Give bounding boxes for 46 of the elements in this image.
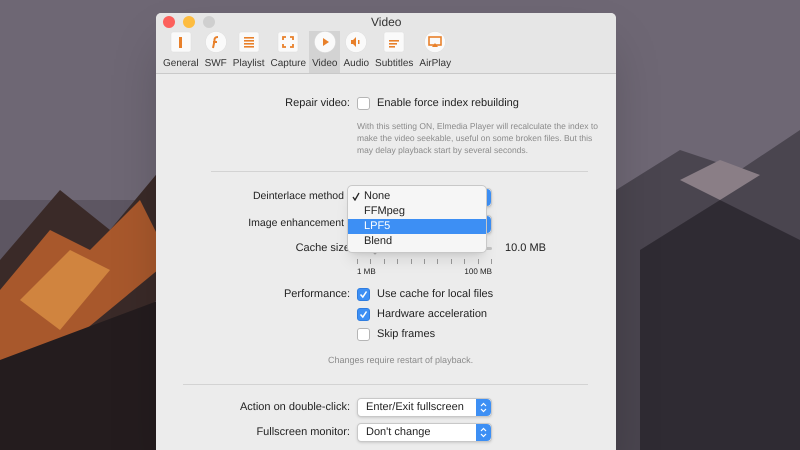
general-icon (170, 31, 192, 53)
checkmark-icon (352, 192, 360, 201)
toolbar-tab[interactable]: Subtitles (372, 30, 416, 73)
toolbar-tab[interactable]: AirPlay (416, 30, 454, 73)
help-text: Changes require restart of playback. (328, 354, 474, 367)
checkbox[interactable] (357, 288, 370, 300)
dropdown[interactable]: Don't change (357, 423, 492, 442)
minimize-button[interactable] (183, 16, 195, 28)
toolbar-tab[interactable]: Audio (340, 30, 372, 73)
toolbar-tab[interactable]: SWF (202, 30, 230, 73)
checkbox-label: Enable force index rebuilding (377, 96, 519, 111)
dropdown[interactable]: Enter/Exit fullscreen (357, 398, 492, 417)
checkbox-label: Use cache for local files (377, 286, 494, 302)
video-icon (314, 31, 336, 53)
checkbox-label: Skip frames (377, 326, 436, 342)
airplay-icon (424, 31, 446, 53)
checkbox[interactable] (357, 96, 370, 110)
close-button[interactable] (163, 16, 175, 28)
field-label: Repair video: (285, 96, 350, 111)
checkbox[interactable] (357, 308, 370, 320)
toolbar-tab[interactable]: Capture (267, 30, 310, 73)
stepper-icon (476, 424, 491, 441)
menu-item[interactable]: None (348, 189, 486, 204)
audio-icon (345, 31, 368, 53)
slider-max-label: 100 MB (464, 266, 492, 278)
slider-value: 10.0 MB (505, 240, 546, 256)
menu-item[interactable]: FFMpeg (348, 204, 486, 219)
slider-min-label: 1 MB (357, 266, 376, 278)
menu-item[interactable]: Blend (348, 234, 486, 249)
subtitles-icon (383, 31, 406, 53)
checkbox[interactable] (357, 328, 370, 340)
window-title: Video (371, 14, 402, 31)
help-text: With this setting ON, Elmedia Player will recalculate the index to make the video seekable, useful on some broken files. But this may delay playback start by several seconds. (357, 120, 599, 156)
field-label: Fullscreen monitor: (256, 425, 350, 440)
swf-icon (204, 31, 227, 53)
toolbar-tab[interactable]: Video (309, 30, 340, 73)
playlist-icon (238, 31, 260, 53)
checkbox-label: Hardware acceleration (377, 306, 488, 322)
toolbar-tab[interactable]: Playlist (230, 30, 268, 73)
capture-icon (277, 31, 300, 53)
field-label: Performance: (284, 286, 350, 302)
field-label: Image enhancement (248, 216, 344, 232)
field-label: Deinterlace method (252, 189, 344, 204)
stepper-icon (476, 399, 491, 416)
toolbar-tab[interactable]: General (160, 30, 202, 73)
field-label: Action on double-click: (240, 400, 350, 416)
